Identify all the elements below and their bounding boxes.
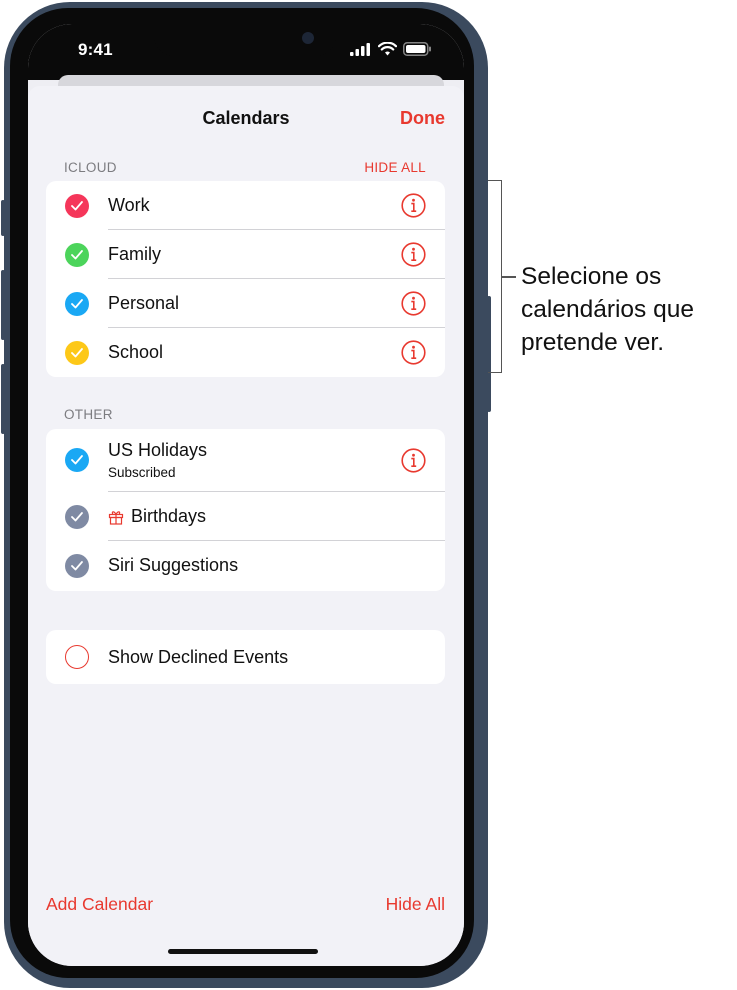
calendar-row-work[interactable]: Work	[46, 181, 445, 230]
calendar-sublabel: Subscribed	[108, 465, 176, 480]
page-title: Calendars	[202, 108, 290, 128]
checkmark-icon[interactable]	[65, 243, 89, 267]
volume-up-button	[1, 270, 5, 340]
done-button[interactable]: Done	[400, 108, 445, 129]
info-icon[interactable]	[401, 291, 426, 316]
calendar-label: US Holidays	[108, 440, 208, 460]
battery-icon	[403, 42, 431, 56]
checkmark-icon[interactable]	[65, 292, 89, 316]
info-icon[interactable]	[401, 193, 426, 218]
add-calendar-button[interactable]: Add Calendar	[46, 894, 153, 915]
other-section-header: OTHER	[64, 407, 113, 422]
status-icons	[350, 42, 432, 56]
gift-icon	[108, 511, 124, 525]
cellular-signal-icon	[350, 42, 370, 56]
info-icon[interactable]	[401, 242, 426, 267]
checkmark-icon[interactable]	[65, 554, 89, 578]
callout-line: calendários que	[521, 296, 694, 323]
hide-all-button[interactable]: Hide All	[386, 894, 445, 915]
icloud-hide-all-button[interactable]: HIDE ALL	[364, 160, 426, 175]
declined-events-card: Show Declined Events	[46, 630, 445, 684]
callout-bracket-tick	[502, 276, 516, 278]
callout-line: Selecione os	[521, 263, 662, 290]
calendar-label: Work	[108, 195, 150, 215]
calendar-label: Siri Suggestions	[108, 555, 239, 575]
info-icon[interactable]	[401, 340, 426, 365]
callout-text: Selecione os calendários que pretende ve…	[521, 260, 694, 359]
calendar-row-family[interactable]: Family	[46, 230, 445, 279]
calendar-row-siri-suggestions[interactable]: Siri Suggestions	[46, 541, 445, 590]
calendar-row-school[interactable]: School	[46, 328, 445, 377]
screen: 9:41 Calendars Done ICLOUD HIDE ALL Work…	[28, 24, 464, 966]
checkmark-icon[interactable]	[65, 341, 89, 365]
calendar-row-us-holidays[interactable]: US Holidays Subscribed	[46, 429, 445, 492]
calendar-row-personal[interactable]: Personal	[46, 279, 445, 328]
home-indicator[interactable]	[168, 949, 318, 954]
calendar-label: Personal	[108, 293, 180, 313]
callout-bracket	[488, 180, 502, 373]
calendar-row-birthdays[interactable]: Birthdays	[46, 492, 445, 541]
calendar-label: Birthdays	[131, 506, 207, 526]
calendars-sheet: Calendars Done ICLOUD HIDE ALL Work Fami…	[28, 86, 464, 966]
show-declined-events-label: Show Declined Events	[108, 647, 289, 667]
unchecked-circle-icon[interactable]	[65, 645, 89, 669]
callout-line: pretende ver.	[521, 329, 665, 356]
mute-switch	[1, 200, 5, 236]
checkmark-icon[interactable]	[65, 448, 89, 472]
show-declined-events-row[interactable]: Show Declined Events	[46, 630, 445, 684]
checkmark-icon[interactable]	[65, 505, 89, 529]
icloud-calendars-card: Work Family Personal School	[46, 181, 445, 377]
volume-down-button	[1, 364, 5, 434]
checkmark-icon[interactable]	[65, 194, 89, 218]
other-calendars-card: US Holidays Subscribed Birthdays Siri Su…	[46, 429, 445, 591]
icloud-section-header: ICLOUD	[64, 160, 117, 175]
front-camera	[302, 32, 314, 44]
notch	[154, 24, 336, 56]
calendar-label: School	[108, 342, 164, 362]
status-time: 9:41	[78, 40, 113, 59]
wifi-icon	[378, 42, 397, 56]
calendar-label: Family	[108, 244, 161, 264]
info-icon[interactable]	[401, 448, 426, 473]
